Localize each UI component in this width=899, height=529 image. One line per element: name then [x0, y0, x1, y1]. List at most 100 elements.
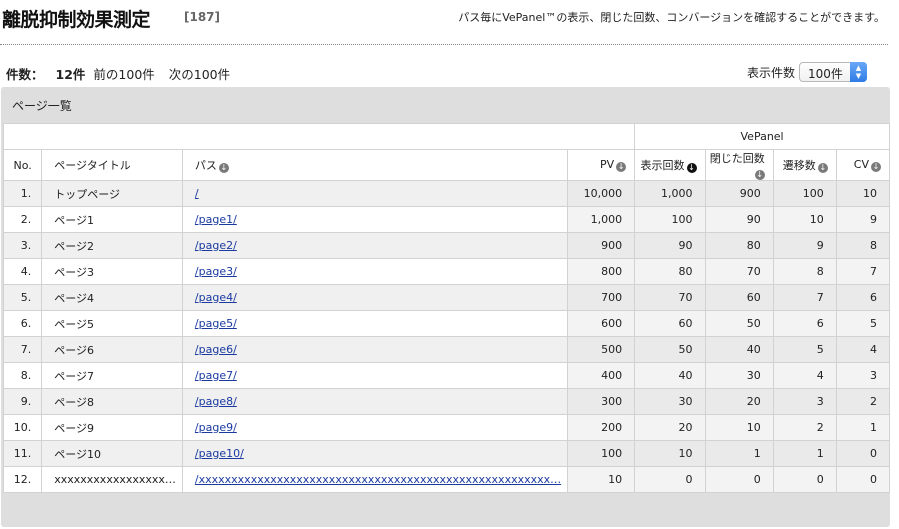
cell-path: /page8/	[181, 388, 569, 415]
sort-down-active-icon[interactable]: ↓	[686, 163, 697, 173]
path-link[interactable]: /page6/	[195, 343, 237, 356]
cell-closed: 900	[704, 180, 774, 207]
cell-shown: 80	[634, 258, 706, 285]
path-link[interactable]: /page8/	[195, 395, 237, 408]
cell-path: /page6/	[181, 336, 569, 363]
cell-pv: 1,000	[567, 206, 636, 233]
cell-no: 2.	[2, 206, 43, 233]
cell-path: /page5/	[181, 310, 569, 337]
col-title: ページタイトル	[41, 149, 183, 181]
cell-path: /	[181, 180, 569, 207]
sort-down-icon[interactable]: ↓	[871, 162, 881, 172]
cell-cv: 8	[835, 232, 891, 259]
col-shown[interactable]: 表示回数 ↓	[634, 149, 706, 181]
cell-pv: 900	[567, 232, 636, 259]
cell-path: /page3/	[181, 258, 569, 285]
sort-down-icon[interactable]: ↓	[754, 170, 765, 180]
cell-shown: 1,000	[634, 180, 706, 207]
col-path[interactable]: パス ↓	[181, 149, 569, 181]
cell-shown: 30	[634, 388, 706, 415]
cell-title: ページ8	[41, 388, 183, 415]
col-transitions[interactable]: 遷移数 ↓	[772, 149, 837, 181]
cell-shown: 20	[634, 414, 706, 441]
cell-pv: 200	[567, 414, 636, 441]
path-link[interactable]: /page9/	[195, 421, 237, 434]
path-link[interactable]: /page3/	[195, 265, 237, 278]
vepanel-group-header: VePanel	[634, 123, 890, 150]
path-link[interactable]: /xxxxxxxxxxxxxxxxxxxxxxxxxxxxxxxxxxxxxxx…	[195, 473, 561, 486]
sort-down-icon[interactable]: ↓	[218, 163, 229, 173]
result-summary: 件数： 12件 前の100件 次の100件	[6, 64, 230, 83]
table-row: 1. トップページ / 10,000 1,000 900 100 10	[2, 180, 891, 207]
cell-title: ページ4	[41, 284, 183, 311]
cell-cv: 9	[835, 206, 891, 233]
cell-pv: 100	[567, 440, 636, 467]
cell-cv: 5	[835, 310, 891, 337]
cell-cv: 0	[835, 440, 891, 467]
path-link[interactable]: /page10/	[195, 447, 244, 460]
cell-cv: 1	[835, 414, 891, 441]
col-closed[interactable]: 閉じた回数 ↓	[704, 149, 774, 181]
col-no: No.	[2, 149, 43, 181]
col-cv-label: CV	[853, 158, 869, 171]
cell-closed: 0	[704, 466, 774, 493]
path-link[interactable]: /page4/	[195, 291, 237, 304]
cell-transitions: 2	[772, 414, 837, 441]
prev-page-link[interactable]: 前の100件	[93, 64, 154, 83]
cell-pv: 300	[567, 388, 636, 415]
header-divider	[0, 44, 888, 45]
cell-transitions: 1	[772, 440, 837, 467]
page-header: 離脱抑制効果測定 [187] パス毎にVePanel™の表示、閉じた回数、コンバ…	[0, 0, 899, 45]
table-group-header-row: VePanel	[2, 123, 890, 150]
per-page-select[interactable]: 100件 ▲ ▼	[799, 62, 867, 82]
cell-transitions: 3	[772, 388, 837, 415]
cell-title: ページ1	[41, 206, 183, 233]
cell-shown: 90	[634, 232, 706, 259]
sort-down-icon[interactable]: ↓	[616, 162, 627, 172]
cell-no: 6.	[2, 310, 43, 337]
cell-pv: 800	[567, 258, 636, 285]
cell-path: /page10/	[181, 440, 569, 467]
page-description: パス毎にVePanel™の表示、閉じた回数、コンバージョンを確認することができま…	[458, 11, 885, 24]
cell-title: xxxxxxxxxxxxxxxxx…	[41, 466, 183, 493]
cell-path: /xxxxxxxxxxxxxxxxxxxxxxxxxxxxxxxxxxxxxxx…	[181, 466, 569, 493]
cell-no: 5.	[2, 284, 43, 311]
count-label: 件数：	[6, 67, 44, 82]
cell-closed: 10	[704, 414, 774, 441]
table-row: 6. ページ5/page5/600 60 50 6 5	[2, 310, 891, 337]
table-row: 8. ページ7/page7/400 40 30 4 3	[2, 362, 891, 389]
cell-cv: 7	[835, 258, 891, 285]
cell-pv: 700	[567, 284, 636, 311]
table-row: 3. ページ2/page2/900 90 80 9 8	[2, 232, 891, 259]
cell-no: 12.	[2, 466, 43, 493]
cell-shown: 0	[634, 466, 706, 493]
sort-down-icon[interactable]: ↓	[817, 163, 828, 173]
cell-cv: 10	[835, 180, 891, 207]
col-cv[interactable]: CV ↓	[835, 149, 891, 181]
cell-closed: 50	[704, 310, 774, 337]
cell-transitions: 7	[772, 284, 837, 311]
next-page-link[interactable]: 次の100件	[169, 64, 230, 83]
group-header-spacer	[2, 123, 636, 150]
per-page-selected-value: 100件	[808, 67, 843, 81]
cell-transitions: 10	[772, 206, 837, 233]
per-page-label: 表示件数	[746, 65, 795, 80]
panel-title: ページ一覧	[12, 99, 72, 113]
table-body: 1. トップページ/10,000 1,000 900 100 10 2. ページ1/page1…	[2, 180, 891, 493]
path-link[interactable]: /page7/	[195, 369, 237, 382]
cell-closed: 60	[704, 284, 774, 311]
cell-closed: 90	[704, 206, 774, 233]
cell-no: 11.	[2, 440, 43, 467]
cell-path: /page9/	[181, 414, 569, 441]
cell-title: ページ3	[41, 258, 183, 285]
path-link[interactable]: /page1/	[195, 213, 237, 226]
path-link[interactable]: /page5/	[195, 317, 237, 330]
table-row: 2. ページ1/page1/1,000 100 90 10 9	[2, 206, 891, 233]
cell-shown: 40	[634, 362, 706, 389]
page-table: VePanel No. ページタイトル パス ↓ PV ↓ 表示回数 ↓ 閉じた回数↓…	[2, 123, 891, 493]
path-link[interactable]: /page2/	[195, 239, 237, 252]
path-link[interactable]: /	[195, 187, 199, 200]
cell-closed: 20	[704, 388, 774, 415]
col-pv[interactable]: PV ↓	[567, 149, 636, 181]
cell-cv: 0	[835, 466, 891, 493]
